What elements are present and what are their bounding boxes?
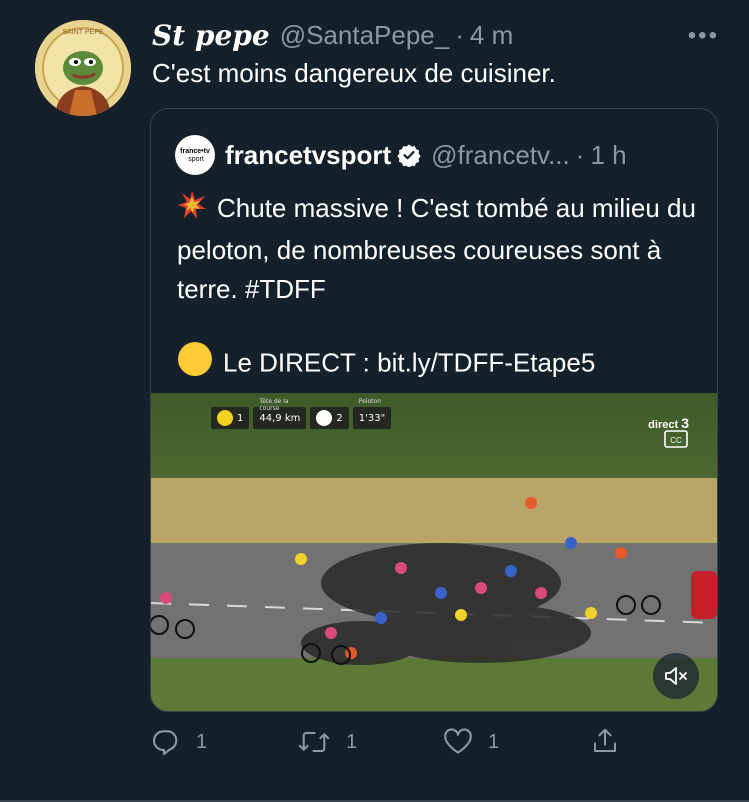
retweet-count: 1 bbox=[346, 730, 358, 753]
quoted-tweet-text: Chute massive ! C'est tombé au milieu du… bbox=[177, 189, 697, 309]
more-icon[interactable]: ••• bbox=[688, 22, 719, 50]
tweet-text: C'est moins dangereux de cuisiner. bbox=[152, 58, 556, 88]
tweet-timestamp[interactable]: 4 m bbox=[470, 20, 513, 51]
author-handle[interactable]: @SantaPepe_ bbox=[280, 20, 450, 51]
retweet-icon bbox=[298, 731, 330, 753]
avatar-logo-text-top: france•tv bbox=[180, 148, 210, 155]
direct-link[interactable]: Le DIRECT : bit.ly/TDFF-Etape5 bbox=[223, 347, 595, 377]
race-gap: Peloton 1'33" bbox=[352, 398, 392, 429]
closed-captions-icon[interactable]: CC bbox=[663, 427, 689, 449]
quoted-tweet-link-line: Le DIRECT : bit.ly/TDFF-Etape5 bbox=[177, 341, 595, 388]
tweet-header: St pepe @SantaPepe_ · 4 m ••• bbox=[152, 18, 719, 52]
quoted-tweet-body: Chute massive ! C'est tombé au milieu du… bbox=[177, 193, 696, 304]
mute-icon bbox=[665, 667, 687, 685]
race-position-leader: 1 bbox=[211, 407, 250, 429]
separator-dot: · bbox=[455, 19, 464, 50]
like-count: 1 bbox=[488, 730, 500, 753]
peloton-badge-icon bbox=[316, 410, 333, 426]
share-icon bbox=[594, 728, 616, 752]
avatar-seal-text: SAINT PEPE bbox=[62, 29, 103, 36]
collision-emoji-icon bbox=[177, 190, 207, 231]
reply-count: 1 bbox=[196, 730, 208, 753]
retweet-button[interactable]: 1 bbox=[296, 726, 357, 758]
quoted-tweet-header: france•tv sport francetvsport @francetv.… bbox=[175, 133, 697, 177]
separator-dot: · bbox=[575, 139, 585, 170]
race-leader-badge-icon bbox=[217, 410, 233, 426]
reply-icon bbox=[152, 730, 178, 756]
like-icon bbox=[444, 728, 472, 754]
quoted-tweet-timestamp[interactable]: 1 h bbox=[590, 140, 626, 171]
author-avatar[interactable]: SAINT PEPE bbox=[35, 20, 131, 116]
quoted-author-handle[interactable]: @francetv... bbox=[431, 140, 570, 171]
video-player[interactable]: 1 Tête de la course 44,9 km 2 Peloton 1'… bbox=[151, 393, 717, 711]
author-display-name[interactable]: St pepe bbox=[152, 19, 270, 52]
video-frame bbox=[151, 393, 717, 711]
verified-icon bbox=[397, 144, 421, 167]
race-info-overlay: 1 Tête de la course 44,9 km 2 Peloton 1'… bbox=[211, 398, 395, 429]
tweet-actions: 1 1 1 bbox=[150, 726, 630, 766]
quoted-author-name[interactable]: francetvsport bbox=[225, 140, 391, 171]
reply-button[interactable]: 1 bbox=[150, 726, 207, 758]
race-distance: Tête de la course 44,9 km bbox=[253, 398, 307, 429]
svg-text:CC: CC bbox=[670, 436, 682, 445]
quoted-author-avatar[interactable]: france•tv sport bbox=[175, 135, 215, 175]
share-button[interactable] bbox=[590, 726, 634, 756]
like-button[interactable]: 1 bbox=[442, 726, 499, 758]
race-position-chasers: 2 bbox=[310, 407, 349, 429]
quoted-tweet[interactable]: france•tv sport francetvsport @francetv.… bbox=[150, 108, 718, 712]
yellow-circle-emoji-icon bbox=[177, 341, 213, 388]
avatar-logo-text-bottom: sport bbox=[188, 156, 204, 163]
mute-button[interactable] bbox=[653, 653, 699, 699]
